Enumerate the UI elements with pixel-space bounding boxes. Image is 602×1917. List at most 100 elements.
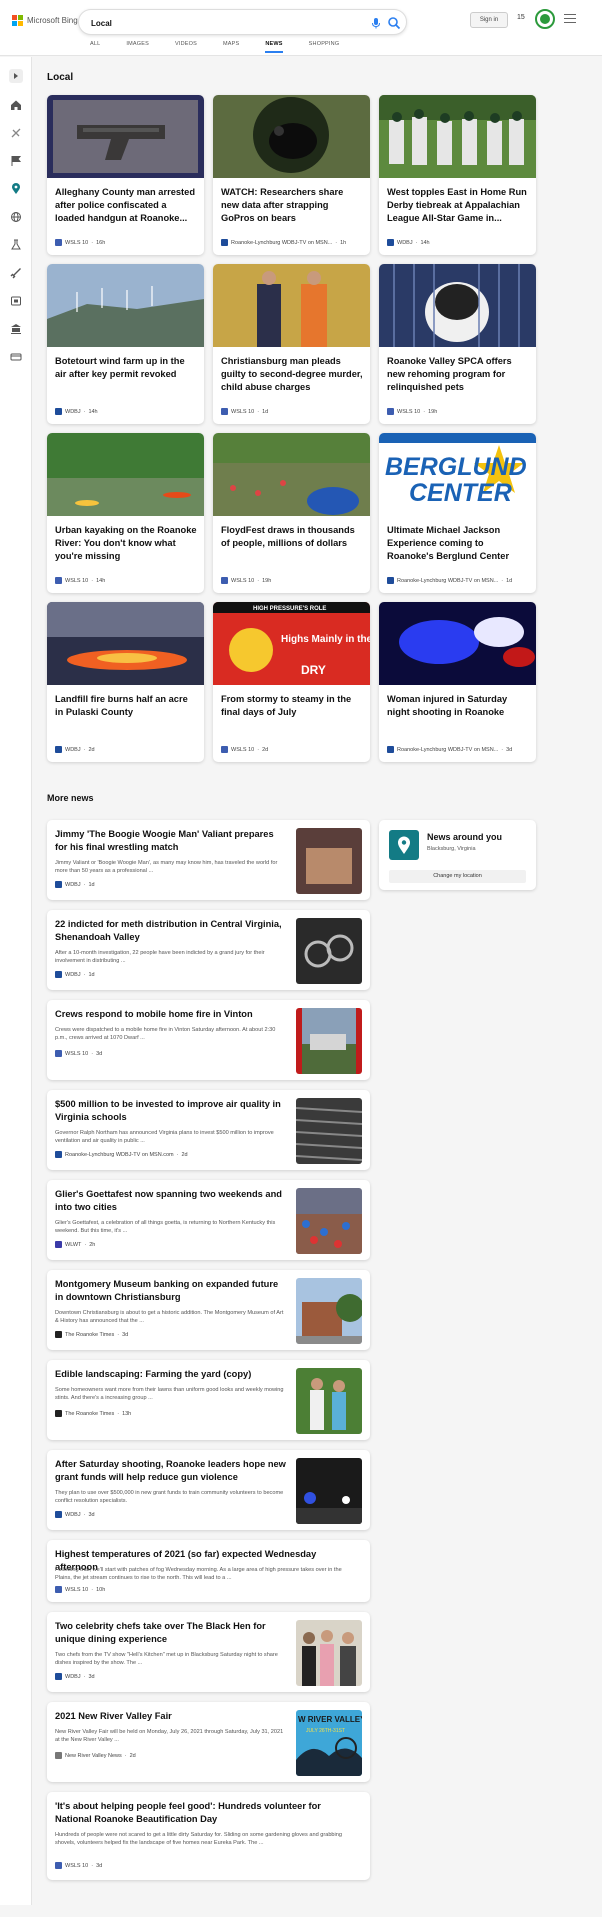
news-card-source: Roanoke-Lynchburg WDBJ-TV on MSN... · 1d [387,577,512,584]
location-icon[interactable] [10,183,22,195]
news-card-title: Alleghany County man arrested after poli… [55,187,196,223]
news-card-title: West topples East in Home Run Derby tieb… [387,187,527,223]
news-list-item[interactable]: $500 million to be invested to improve a… [47,1090,370,1170]
wrestling-photo [296,828,362,894]
sports-icon[interactable] [10,127,22,139]
bing-logo[interactable]: Microsoft Bing [12,15,78,26]
news-list-item[interactable]: Two celebrity chefs take over The Black … [47,1612,370,1692]
news-card-title: FloydFest draws in thousands of people, … [221,525,355,548]
search-tabs: ALL IMAGES VIDEOS MAPS NEWS SHOPPING [90,41,365,53]
source-logo-icon [221,408,228,415]
air-vent-photo [296,1098,362,1164]
search-box[interactable] [78,9,407,35]
tab-videos[interactable]: VIDEOS [175,41,197,53]
source-logo-icon [221,577,228,584]
news-card[interactable]: Alleghany County man arrested after poli… [47,95,204,255]
news-list-item[interactable]: Crews respond to mobile home fire in Vin… [47,1000,370,1080]
news-list-item[interactable]: 'It's about helping people feel good': H… [47,1792,370,1880]
news-card[interactable]: WATCH: Researchers share new data after … [213,95,370,255]
news-card[interactable]: Christiansburg man pleads guilty to seco… [213,264,370,424]
news-list-item[interactable]: Montgomery Museum banking on expanded fu… [47,1270,370,1350]
microphone-icon[interactable] [370,17,382,29]
tab-news[interactable]: NEWS [265,41,283,53]
source-logo-icon [55,1586,62,1593]
police-lights-photo [379,602,536,685]
flag-icon[interactable] [10,155,22,167]
landfill-fire-photo [47,602,204,685]
tab-shopping[interactable]: SHOPPING [309,41,340,53]
news-card[interactable]: Roanoke Valley SPCA offers new rehoming … [379,264,536,424]
news-card-title: Ultimate Michael Jackson Experience comi… [387,525,510,561]
fair-poster-date: JULY 26TH-31ST [306,1728,345,1734]
news-list-item[interactable]: 22 indicted for meth distribution in Cen… [47,910,370,990]
weather-top-text: HIGH PRESSURE'S ROLE [253,606,326,612]
tab-images[interactable]: IMAGES [126,41,149,53]
news-card[interactable]: BERGLUND CENTER Ultimate Michael Jackson … [379,433,536,593]
news-item-snippet: Jimmy Valiant or 'Boogie Woogie Man', as… [55,860,278,874]
app: { "brand":{"name":"Microsoft Bing","acce… [0,0,602,1917]
night-scene-photo [296,1458,362,1524]
tab-maps[interactable]: MAPS [223,41,239,53]
news-list-item[interactable]: 2021 New River Valley Fair New River Val… [47,1702,370,1782]
news-list-item[interactable]: Jimmy 'The Boogie Woogie Man' Valiant pr… [47,820,370,900]
news-card[interactable]: FloydFest draws in thousands of people, … [213,433,370,593]
source-logo-icon [221,746,228,753]
fair-poster-title: W RIVER VALLEY F [298,1715,362,1724]
news-card[interactable]: Botetourt wind farm up in the air after … [47,264,204,424]
news-item-snippet: Downtown Christiansburg is about to get … [55,1310,284,1324]
news-item-snippet: Glier's Goettafest, a celebration of all… [55,1220,276,1234]
news-list-item[interactable]: After Saturday shooting, Roanoke leaders… [47,1450,370,1530]
rewards-badge-icon[interactable] [535,9,555,29]
wind-farm-photo [47,264,204,347]
news-card[interactable]: Urban kayaking on the Roanoke River: You… [47,433,204,593]
news-list-item[interactable]: Edible landscaping: Farming the yard (co… [47,1360,370,1440]
search-icon[interactable] [387,16,401,30]
news-list-item[interactable]: Glier's Goettafest now spanning two week… [47,1180,370,1260]
news-item-source: WLWT · 2h [55,1241,95,1248]
news-card-source: WSLS 10 · 14h [55,577,105,584]
handcuffs-photo [296,918,362,984]
tab-all[interactable]: ALL [90,41,100,53]
news-list-item[interactable]: Highest temperatures of 2021 (so far) ex… [47,1540,370,1602]
news-card-source: WDBJ · 14h [387,239,430,246]
entertainment-icon[interactable] [10,295,22,307]
globe-icon[interactable] [10,211,22,223]
weather-graphic: HIGH PRESSURE'S ROLE Highs Mainly in the … [213,602,370,685]
rocket-icon[interactable] [10,267,22,279]
news-item-title: 22 indicted for meth distribution in Cen… [55,919,282,942]
news-item-source: WSLS 10 · 3d [55,1862,102,1869]
news-card-title: From stormy to steamy in the final days … [221,694,352,717]
news-item-source: WDBJ · 3d [55,1673,95,1680]
kayaking-photo [47,433,204,516]
news-item-snippet: Following that, we'll start with patches… [55,1567,342,1581]
science-icon[interactable] [10,239,22,251]
source-logo-icon [387,408,394,415]
source-logo-icon [387,746,394,753]
money-icon[interactable] [10,351,22,363]
news-card-source: WDBJ · 2d [55,746,95,753]
news-item-title: 'It's about helping people feel good': H… [55,1801,321,1824]
search-input[interactable] [91,15,331,31]
change-location-button[interactable]: Change my location [389,870,526,883]
brand-name: Microsoft Bing [27,16,78,25]
windows-logo-icon [12,15,23,26]
news-item-source: WDBJ · 1d [55,971,95,978]
news-item-title: Edible landscaping: Farming the yard (co… [55,1369,252,1379]
home-icon[interactable] [10,99,22,111]
bank-icon[interactable] [10,323,22,335]
weather-dry-text: DRY [301,663,326,677]
source-logo-icon [387,239,394,246]
expand-arrow-icon[interactable] [9,69,23,83]
source-logo-icon [55,1050,62,1057]
news-card[interactable]: West topples East in Home Run Derby tieb… [379,95,536,255]
news-card-title: Landfill fire burns half an acre in Pula… [55,694,188,717]
news-card[interactable]: Landfill fire burns half an acre in Pula… [47,602,204,762]
news-item-title: $500 million to be invested to improve a… [55,1099,281,1122]
news-card[interactable]: Woman injured in Saturday night shooting… [379,602,536,762]
hamburger-menu-icon[interactable] [564,14,576,24]
news-card[interactable]: HIGH PRESSURE'S ROLE Highs Mainly in the … [213,602,370,762]
rewards-count[interactable]: 15 [517,14,525,21]
sign-in-button[interactable]: Sign in [470,12,508,28]
source-logo-icon [55,1410,62,1417]
news-item-snippet: Crews were dispatched to a mobile home f… [55,1027,276,1041]
